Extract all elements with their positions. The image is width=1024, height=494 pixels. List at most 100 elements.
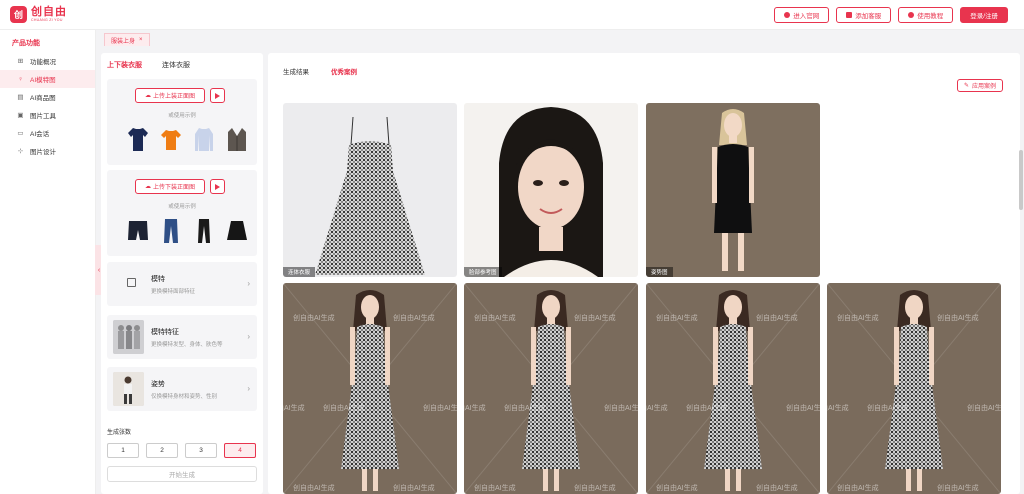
option-title: 模特 (151, 276, 165, 283)
sidebar-item-design[interactable]: ⊹ 图片设计 (0, 142, 95, 160)
example-trousers[interactable] (193, 216, 215, 244)
watermark-text: 创自由AI生成 (393, 315, 435, 322)
login-button[interactable]: 登录/注册 (960, 7, 1008, 23)
example-skirt[interactable] (226, 216, 248, 244)
tab-one-piece[interactable]: 连体衣服 (162, 60, 190, 70)
chevron-right-icon: › (247, 332, 250, 341)
top-bar: 创 创自由 CHUANG ZI YOU 进入官网 添加客服 使用教程 登录/注册 (0, 0, 1024, 30)
watermark-text: 创自由AI生成 (474, 485, 516, 492)
play-icon (215, 92, 220, 99)
tab-showcase[interactable]: 优秀案例 (331, 66, 357, 76)
play-icon (215, 183, 220, 190)
watermark-text: 创自由AI生成 (423, 405, 457, 412)
scrollbar[interactable] (1019, 150, 1023, 210)
dress-illustration (315, 116, 425, 275)
example-jeans[interactable] (160, 216, 182, 244)
result-image[interactable]: 创自由AI生成创自由AI生成创自由AI生成创自由AI生成创自由AI生成创自由AI… (283, 283, 457, 494)
watermark-text: 创自由AI生成 (756, 485, 798, 492)
edit-icon: ✎ (963, 83, 969, 89)
sidebar-item-overview[interactable]: ⊞ 功能概况 (0, 52, 95, 70)
watermark-text: 创自由AI生成 (474, 315, 516, 322)
option-desc: 仅换模特身材和姿势、性别 (151, 394, 218, 400)
upload-bottom-button[interactable]: ☁ 上传下装正面图 (135, 179, 205, 194)
watermark-text: 创自由AI生成 (827, 405, 849, 412)
watermark-text: 创自由AI生成 (837, 485, 879, 492)
pose-option[interactable]: 姿势 仅换模特身材和姿势、性别 › (107, 367, 257, 411)
tab-top-bottom[interactable]: 上下装衣服 (107, 60, 142, 70)
chevron-left-icon: ‹ (97, 266, 101, 274)
count-option-4[interactable]: 4 (224, 443, 256, 458)
example-label: 或使用示例 (168, 204, 196, 210)
generate-button[interactable]: 开始生成 (107, 466, 257, 482)
model-option[interactable]: 模特 更换模特面部特征 › (107, 262, 257, 306)
upload-top-button[interactable]: ☁ 上传上装正面图 (135, 88, 205, 103)
watermark-text: 创自由AI生成 (574, 315, 616, 322)
count-option-1[interactable]: 1 (107, 443, 139, 458)
tab-results[interactable]: 生成结果 (283, 66, 309, 76)
upload-bottom-card: ☁ 上传下装正面图 或使用示例 (107, 170, 257, 256)
tutorial-button[interactable]: 使用教程 (898, 7, 954, 23)
result-image[interactable]: 创自由AI生成创自由AI生成创自由AI生成创自由AI生成创自由AI生成创自由AI… (827, 283, 1001, 494)
logo-mark: 创 (10, 6, 27, 23)
watermark-text: 创自由AI生成 (937, 485, 979, 492)
example-shorts[interactable] (127, 216, 149, 244)
watermark-text: 创自由AI生成 (937, 315, 979, 322)
close-icon[interactable]: × (139, 37, 143, 43)
input-face-image[interactable]: 脸部参考图 (464, 103, 638, 277)
option-desc: 更换模特面部特征 (151, 289, 196, 295)
result-image[interactable]: 创自由AI生成创自由AI生成创自由AI生成创自由AI生成创自由AI生成创自由AI… (646, 283, 820, 494)
design-icon: ⊹ (17, 148, 24, 155)
example-top-lightblue[interactable] (193, 124, 215, 152)
add-service-button[interactable]: 添加客服 (836, 7, 892, 23)
watermark-text: 创自由AI生成 (656, 315, 698, 322)
count-label: 生成张数 (107, 430, 132, 436)
sidebar-title: 产品功能 (12, 40, 40, 47)
watermark-text: 创自由AI生成 (293, 485, 335, 492)
sidebar-item-image-tools[interactable]: ▣ 图片工具 (0, 106, 95, 124)
result-image[interactable]: 创自由AI生成创自由AI生成创自由AI生成创自由AI生成创自由AI生成创自由AI… (464, 283, 638, 494)
watermark-text: 创自由AI生成 (756, 315, 798, 322)
count-option-3[interactable]: 3 (185, 443, 217, 458)
watermark-text: 创自由AI生成 (464, 405, 486, 412)
image-tool-icon: ▣ (17, 112, 24, 119)
visit-site-button[interactable]: 进入官网 (774, 7, 830, 23)
globe-icon (784, 12, 791, 18)
logo[interactable]: 创 创自由 CHUANG ZI YOU (10, 6, 67, 23)
example-top-navy[interactable] (127, 124, 149, 152)
input-dress-image[interactable]: 连体衣服 (283, 103, 457, 277)
example-top-orange[interactable] (160, 124, 182, 152)
play-tutorial-button[interactable] (210, 88, 225, 103)
example-label: 或使用示例 (168, 113, 196, 119)
sidebar-item-ai-chat[interactable]: ▭ AI会话 (0, 124, 95, 142)
count-selector: 1 2 3 4 (107, 443, 256, 458)
watermark-text: 创自由AI生成 (283, 405, 305, 412)
pose-thumbnail (113, 372, 144, 406)
tab-garment-on-body[interactable]: 服装上身 × (104, 33, 150, 46)
model-features-option[interactable]: 模特特征 更换模特发型、身体、肤色等 › (107, 315, 257, 359)
sidebar-item-ai-model[interactable]: ♀ AI模特图 (0, 70, 95, 88)
watermark-text: 创自由AI生成 (656, 485, 698, 492)
sidebar: 产品功能 ⊞ 功能概况 ♀ AI模特图 ▤ AI商品图 ▣ 图片工具 ▭ AI会话 ⊹ 图片… (0, 30, 96, 494)
pose-illustration (712, 109, 754, 271)
sidebar-item-ai-product[interactable]: ▤ AI商品图 (0, 88, 95, 106)
example-top-blazer[interactable] (226, 124, 248, 152)
image-caption: 姿势图 (646, 267, 673, 277)
watermark-text: 创自由AI生成 (504, 405, 546, 412)
face-illustration (499, 107, 603, 277)
option-title: 姿势 (151, 381, 165, 388)
apply-case-button[interactable]: ✎ 应用案例 (956, 79, 1003, 92)
image-icon (127, 278, 136, 287)
cloud-upload-icon: ☁ (144, 93, 151, 99)
watermark-text: 创自由AI生成 (786, 405, 820, 412)
watermark-text: 创自由AI生成 (323, 405, 365, 412)
watermark-text: 创自由AI生成 (393, 485, 435, 492)
watermark-text: 创自由AI生成 (293, 315, 335, 322)
input-pose-image[interactable]: 姿势图 (646, 103, 820, 277)
help-icon (908, 12, 915, 18)
main-panel: 生成结果 优秀案例 ✎ 应用案例 连体衣服 脸部参考图 姿势图 创自由AI生成 … (268, 53, 1020, 494)
play-tutorial-button[interactable] (210, 179, 225, 194)
chevron-right-icon: › (247, 384, 250, 393)
cloud-upload-icon: ☁ (144, 184, 151, 190)
count-option-2[interactable]: 2 (146, 443, 178, 458)
watermark-text: 创自由AI生成 (837, 315, 879, 322)
